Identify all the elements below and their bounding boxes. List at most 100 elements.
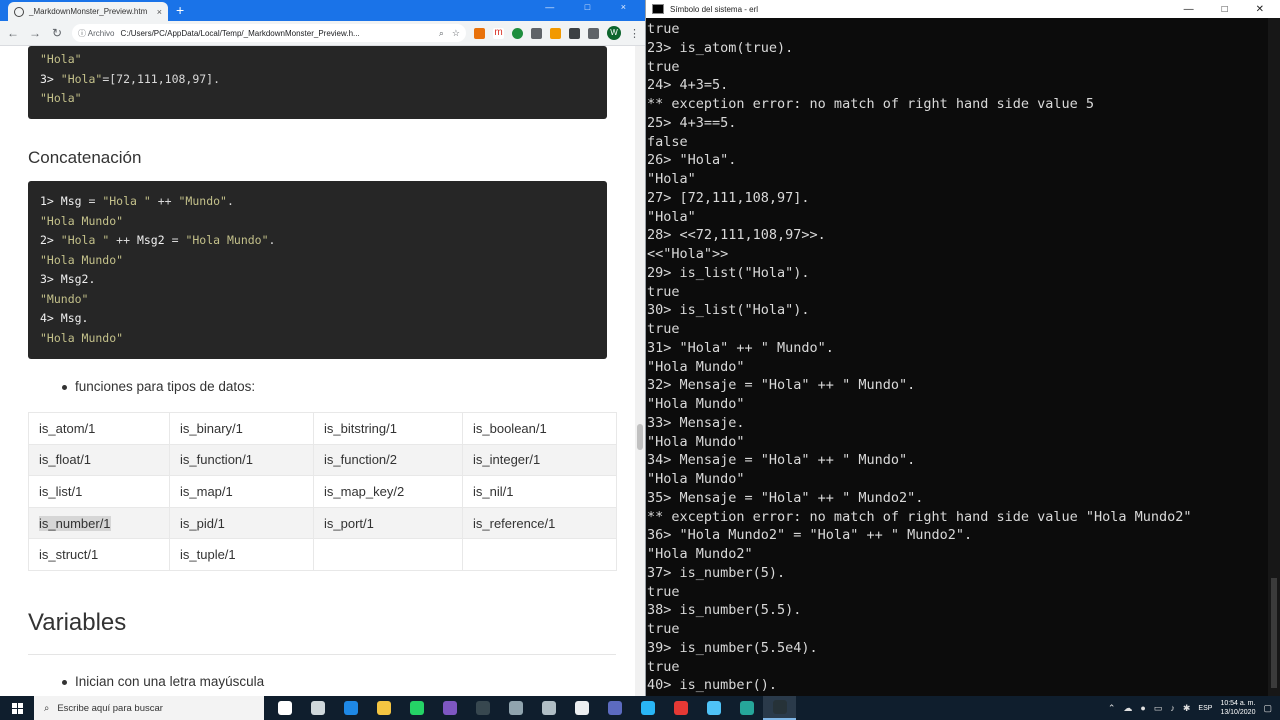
obs-icon[interactable] [598, 696, 631, 720]
whatsapp-icon[interactable] [400, 696, 433, 720]
grammar-extension-icon[interactable] [512, 27, 523, 39]
puzzle-icon[interactable] [569, 27, 580, 39]
code-line: 2> "Hola " ++ Msg2 = "Hola Mundo". [40, 231, 595, 251]
clock[interactable]: 10:54 a. m. 13/10/2020 [1220, 699, 1255, 717]
terminal-app-icon[interactable] [466, 696, 499, 720]
terminal-line: 26> "Hola". [647, 152, 737, 169]
screenshot-extension-icon[interactable] [531, 27, 542, 39]
terminal-line: 29> is_list("Hola"). [647, 264, 810, 281]
terminal-line: 34> Mensaje = "Hola" ++ " Mundo". [647, 452, 916, 469]
code-token: "Hola" [40, 91, 82, 105]
table-cell: is_bitstring/1 [313, 412, 463, 445]
taskbar-search[interactable]: ⌕ Escribe aquí para buscar [34, 696, 264, 720]
volume-icon[interactable]: ♪ [1170, 703, 1175, 713]
page-scrollbar[interactable] [635, 46, 645, 696]
system-tray: ⌃ ☁ ● ▭ ♪ ✱ ESP 10:54 a. m. 13/10/2020 ▢ [1108, 699, 1280, 717]
code-block-strings: "Hola" 3> "Hola"=[72,111,108,97]. "Hola" [28, 46, 607, 119]
browser-tab[interactable]: _MarkdownMonster_Preview.htm × [8, 2, 168, 21]
table-cell: is_atom/1 [28, 412, 170, 445]
terminal-line: 40> is_number(). [647, 677, 778, 694]
settings-icon[interactable]: ✱ [1183, 703, 1191, 714]
terminal-line: <<"Hola">> [647, 246, 729, 262]
visual-studio-icon[interactable] [433, 696, 466, 720]
show-hidden-icons[interactable]: ⌃ [1108, 703, 1116, 714]
search-placeholder: Escribe aquí para buscar [57, 702, 163, 714]
edge-icon-glyph [343, 701, 358, 715]
app-icon-c-glyph [640, 701, 655, 715]
terminal-line: 36> "Hola Mundo2" = "Hola" ++ " Mundo2". [647, 527, 973, 544]
function-name: is_port/1 [324, 515, 374, 531]
app-icon-b[interactable] [532, 696, 565, 720]
clock-time: 10:54 a. m. [1220, 700, 1256, 707]
terminal-line: false [647, 133, 688, 150]
microphone-icon[interactable]: ● [1140, 703, 1145, 713]
address-bar[interactable]: ⓘ Archivo C:/Users/PC/AppData/Local/Temp… [72, 24, 466, 42]
terminal-line: 33> Mensaje. [647, 414, 745, 431]
network-icon[interactable]: ▭ [1154, 703, 1163, 714]
code-token: "Hola Mundo" [40, 213, 124, 228]
file-explorer-icon[interactable] [367, 696, 400, 720]
notifications-icon[interactable]: ▢ [1263, 703, 1272, 714]
task-view-icon[interactable] [268, 696, 301, 720]
extension-icon[interactable] [474, 27, 485, 39]
cloud-icon[interactable]: ☁ [1123, 703, 1132, 714]
edge-icon[interactable] [334, 696, 367, 720]
table-cell [462, 538, 617, 571]
terminal-line: 37> is_number(5). [647, 564, 786, 581]
bullet-functions: funciones para tipos de datos: [61, 379, 256, 394]
forward-button[interactable]: → [28, 26, 42, 40]
table-cell [313, 538, 463, 571]
code-line: 4> Msg. [40, 309, 595, 329]
code-token: 3> [40, 71, 61, 86]
terminal-titlebar[interactable]: Símbolo del sistema - erl — □ ✕ [646, 0, 1280, 18]
maps-icon[interactable] [565, 696, 598, 720]
back-button[interactable]: ← [6, 26, 20, 40]
command-prompt-icon-glyph [772, 700, 787, 714]
tab-title: _MarkdownMonster_Preview.htm [29, 7, 148, 16]
terminal-scroll-thumb[interactable] [1271, 578, 1277, 688]
code-token: "Hola Mundo" [185, 233, 269, 247]
task-view-icon-glyph [277, 701, 292, 715]
zoom-icon[interactable]: ⌕ [439, 28, 444, 39]
menu-icon[interactable]: ⋮ [629, 27, 640, 40]
command-prompt-icon[interactable] [763, 696, 796, 720]
function-name: is_float/1 [39, 452, 92, 468]
chrome-icon[interactable] [664, 696, 697, 720]
start-button[interactable] [0, 696, 34, 720]
table-row: is_list/1 is_map/1 is_map_key/2 is_nil/1 [28, 475, 617, 508]
timeline-icon[interactable] [301, 696, 334, 720]
taskbar: ⌕ Escribe aquí para buscar ⌃ ☁ ● ▭ ♪ ✱ E… [0, 696, 1280, 720]
new-tab-button[interactable]: + [176, 2, 184, 18]
app-icon-c[interactable] [631, 696, 664, 720]
url-text[interactable]: C:/Users/PC/AppData/Local/Temp/_Markdown… [120, 29, 359, 38]
close-button[interactable]: ✕ [1256, 4, 1264, 15]
media-icon[interactable] [588, 27, 599, 39]
close-tab-icon[interactable]: × [157, 7, 162, 17]
function-name: is_boolean/1 [473, 420, 547, 436]
function-name: is_function/1 [180, 452, 253, 468]
minimize-button[interactable]: — [1184, 4, 1194, 15]
profile-avatar[interactable]: W [607, 26, 621, 40]
terminal-title: Símbolo del sistema - erl [670, 4, 759, 14]
app-icon-d[interactable] [697, 696, 730, 720]
functions-table: is_atom/1 is_binary/1 is_bitstring/1 is_boo… [28, 412, 617, 571]
table-cell: is_number/1 [28, 506, 170, 540]
bookmark-star-icon[interactable]: ☆ [452, 28, 460, 39]
terminal-output[interactable]: true 23> is_atom(true). true 24> 4+3=5. ** e… [647, 20, 1275, 695]
table-cell: is_map_key/2 [313, 475, 463, 508]
maximize-button[interactable]: □ [1222, 4, 1228, 15]
globe-icon [14, 6, 24, 17]
reload-button[interactable]: ↻ [50, 26, 64, 40]
table-cell: is_function/2 [313, 443, 463, 477]
visual-studio-icon-glyph [442, 701, 457, 715]
tool-extension-icon[interactable] [550, 27, 561, 39]
function-name: is_reference/1 [473, 515, 556, 531]
terminal-scrollbar[interactable] [1268, 18, 1280, 696]
site-info-label[interactable]: ⓘ Archivo [78, 28, 114, 39]
gmail-extension-icon[interactable]: m [493, 27, 504, 39]
language-indicator[interactable]: ESP [1198, 705, 1212, 712]
scroll-thumb[interactable] [637, 424, 643, 450]
app-icon-a[interactable] [499, 696, 532, 720]
edge-dev-icon[interactable] [730, 696, 763, 720]
app-icon-b-glyph [541, 701, 556, 715]
